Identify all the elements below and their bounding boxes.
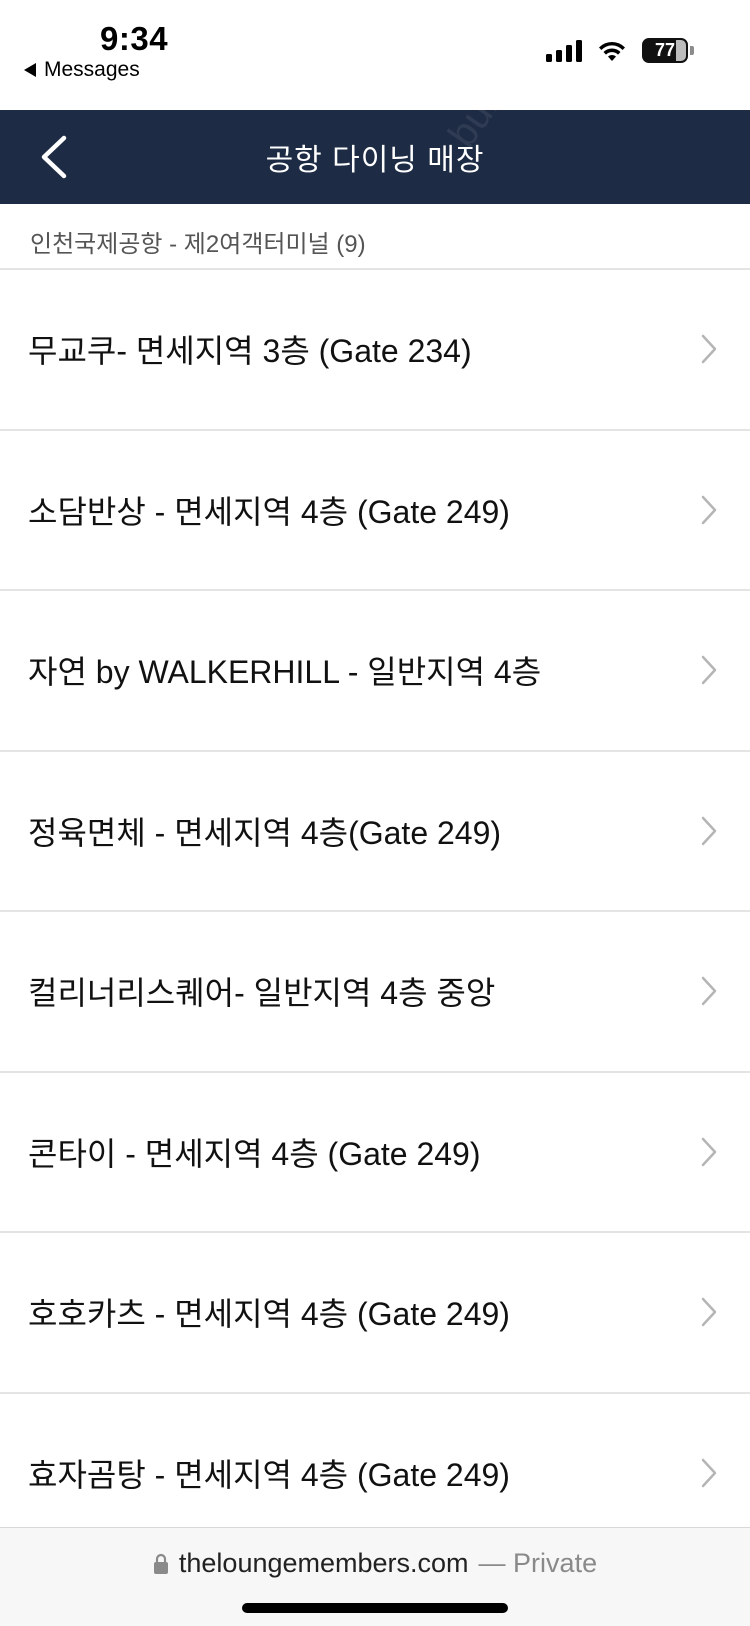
list-item[interactable]: 무교쿠- 면세지역 3층 (Gate 234): [0, 270, 750, 431]
section-heading: 인천국제공항 - 제2여객터미널 (9): [0, 204, 750, 270]
list-item-label: 자연 by WALKERHILL - 일반지역 4층: [28, 654, 542, 691]
back-app-label: Messages: [44, 58, 140, 81]
battery-icon: 77: [642, 38, 694, 63]
back-to-app-button[interactable]: Messages: [24, 58, 140, 82]
list-item[interactable]: 컬리너리스퀘어- 일반지역 4층 중앙: [0, 912, 750, 1073]
status-indicators: 77: [546, 38, 694, 63]
app-header: 공항 다이닝 매장: [0, 110, 750, 204]
status-bar: 9:34 Messages 77: [0, 0, 750, 110]
lock-icon: [153, 1553, 168, 1574]
chevron-right-icon: [701, 1298, 717, 1327]
cellular-signal-icon: [546, 39, 582, 62]
list-item-label: 컬리너리스퀘어- 일반지역 4층 중앙: [28, 975, 496, 1012]
section-heading-text: 인천국제공항 - 제2여객터미널 (9): [30, 231, 366, 258]
list-item[interactable]: 정육면체 - 면세지역 4층(Gate 249): [0, 752, 750, 912]
chevron-right-icon: [701, 495, 717, 524]
list-item-label: 무교쿠- 면세지역 3층 (Gate 234): [28, 333, 472, 370]
chevron-right-icon: [701, 1137, 717, 1166]
home-indicator[interactable]: [242, 1603, 508, 1613]
list-item-label: 콘타이 - 면세지역 4층 (Gate 249): [28, 1135, 481, 1172]
chevron-right-icon: [701, 656, 717, 685]
private-label: — Private: [478, 1548, 598, 1578]
list-item[interactable]: 콘타이 - 면세지역 4층 (Gate 249): [0, 1073, 750, 1233]
list-item[interactable]: 소담반상 - 면세지역 4층 (Gate 249): [0, 431, 750, 591]
wifi-icon: [599, 41, 625, 61]
list-item[interactable]: 호호카츠 - 면세지역 4층 (Gate 249): [0, 1233, 750, 1394]
status-time: 9:34: [100, 20, 169, 57]
list-item[interactable]: 자연 by WALKERHILL - 일반지역 4층: [0, 591, 750, 752]
url-domain: theloungemembers.com: [178, 1548, 469, 1578]
chevron-right-icon: [701, 977, 717, 1006]
chevron-right-icon: [701, 335, 717, 364]
list-item-label: 정육면체 - 면세지역 4층(Gate 249): [28, 814, 502, 851]
restaurant-list: 무교쿠- 면세지역 3층 (Gate 234) 소담반상 - 면세지역 4층 (…: [0, 270, 750, 1554]
chevron-right-icon: [701, 1458, 717, 1487]
url-row[interactable]: theloungemembers.com — Private: [0, 1548, 750, 1579]
list-item-label: 호호카츠 - 면세지역 4층 (Gate 249): [28, 1296, 510, 1333]
back-triangle-icon: [24, 63, 36, 77]
list-item-label: 효자곰탕 - 면세지역 4층 (Gate 249): [28, 1456, 510, 1493]
battery-level: 77: [654, 40, 676, 60]
page-title: 공항 다이닝 매장: [265, 144, 485, 177]
list-item-label: 소담반상 - 면세지역 4층 (Gate 249): [28, 493, 510, 530]
chevron-right-icon: [701, 816, 717, 845]
